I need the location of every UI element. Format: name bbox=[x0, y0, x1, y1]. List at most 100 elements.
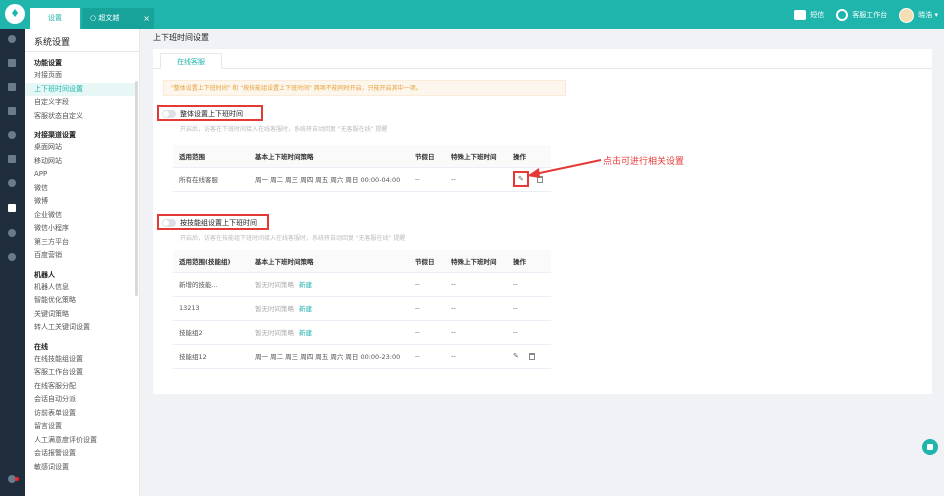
policy-text: 暂无时间策略 bbox=[255, 281, 294, 289]
annotation-text: 点击可进行相关设置 bbox=[603, 157, 685, 167]
edit-icon[interactable]: ✎ bbox=[513, 352, 521, 360]
sidebar-item[interactable]: 人工满意度评价设置 bbox=[25, 434, 135, 448]
section2-title: 按技能组设置上下班时间 bbox=[180, 219, 257, 227]
sidebar-item[interactable]: 微博 bbox=[25, 195, 135, 209]
delete-icon[interactable] bbox=[529, 352, 535, 360]
row-holiday: -- bbox=[409, 320, 445, 345]
row-operations: -- bbox=[507, 272, 551, 297]
app-logo-icon: ♦ bbox=[5, 4, 25, 24]
user-menu[interactable]: 晓浩 ▾ bbox=[899, 7, 938, 23]
warning-banner: "整体设置上下班时间" 和 "按技能组设置上下班时间" 两项不能同时开启，只能开… bbox=[163, 80, 566, 96]
sidebar-item[interactable]: 百度营销 bbox=[25, 249, 135, 263]
row-special: -- bbox=[445, 320, 507, 345]
sidebar-item[interactable]: 机器人信息 bbox=[25, 281, 135, 295]
chart-icon[interactable] bbox=[8, 155, 16, 163]
new-policy-link[interactable]: 新建 bbox=[299, 305, 312, 313]
sidebar-item[interactable]: 访前表单设置 bbox=[25, 407, 135, 421]
policy-text: 暂无时间策略 bbox=[255, 329, 294, 337]
row-scope: 技能组2 bbox=[173, 320, 249, 345]
sidebar-item[interactable]: 智能优化策略 bbox=[25, 294, 135, 308]
sidebar-item[interactable]: 企业微信 bbox=[25, 209, 135, 223]
col-holiday: 节假日 bbox=[409, 250, 445, 273]
chat-icon[interactable] bbox=[8, 107, 16, 115]
sidebar-item[interactable]: 客服工作台设置 bbox=[25, 366, 135, 380]
sidebar-scrollbar[interactable] bbox=[135, 81, 138, 296]
row-operations: -- bbox=[507, 320, 551, 345]
row-operations: -- bbox=[507, 296, 551, 321]
sidebar-item[interactable]: 会话自动分派 bbox=[25, 393, 135, 407]
sidebar-group-label: 功能设置 bbox=[34, 59, 62, 67]
sidebar-item[interactable]: APP bbox=[25, 168, 135, 182]
sidebar-item[interactable]: 在线技能组设置 bbox=[25, 353, 135, 367]
tab-chat[interactable]: ○ 超文越 × bbox=[82, 8, 154, 29]
sidebar-item[interactable]: 敏感词设置 bbox=[25, 461, 135, 475]
row-special: -- bbox=[445, 296, 507, 321]
row-policy: 暂无时间策略 新建 bbox=[249, 272, 409, 297]
tab-online-service[interactable]: 在线客服 bbox=[160, 53, 222, 69]
col-special: 特殊上下班时间 bbox=[445, 250, 507, 273]
sidebar-item[interactable]: 上下班时间设置 bbox=[25, 82, 135, 96]
document-icon[interactable] bbox=[8, 83, 16, 91]
sidebar-item[interactable]: 在线客服分配 bbox=[25, 380, 135, 394]
sidebar-item[interactable]: 关键词策略 bbox=[25, 308, 135, 322]
tab-settings[interactable]: 设置 bbox=[30, 8, 80, 29]
sidebar-item[interactable]: 客服状态自定义 bbox=[25, 110, 135, 124]
row-scope: 新增的技能... bbox=[173, 272, 249, 297]
info-icon[interactable] bbox=[8, 253, 16, 261]
sidebar-item[interactable]: 会话报警设置 bbox=[25, 447, 135, 461]
sms-button[interactable]: 短信 bbox=[794, 10, 824, 20]
workbench-label: 客服工作台 bbox=[852, 11, 888, 19]
grid-icon[interactable] bbox=[8, 59, 16, 67]
search-icon[interactable] bbox=[8, 179, 16, 187]
sidebar-item[interactable]: 微信 bbox=[25, 182, 135, 196]
edit-icon[interactable]: ✎ bbox=[518, 175, 524, 183]
row-policy: 周一 周二 周三 周四 周五 周六 周日 00:00-04:00 bbox=[249, 167, 409, 192]
section1-table: 适用范围 基本上下班时间策略 节假日 特殊上下班时间 操作 所有在线客服 周一 … bbox=[173, 145, 551, 192]
help-float-button[interactable] bbox=[922, 439, 938, 455]
sidebar-item[interactable]: 对接页面 bbox=[25, 69, 135, 83]
new-policy-link[interactable]: 新建 bbox=[299, 329, 312, 337]
sidebar-item[interactable]: 留言设置 bbox=[25, 420, 135, 434]
table-row: 技能组12 周一 周二 周三 周四 周五 周六 周日 00:00-23:00 -… bbox=[173, 344, 551, 369]
sidebar-item[interactable]: 转人工关键词设置 bbox=[25, 321, 135, 335]
section2-toggle[interactable] bbox=[162, 219, 176, 227]
table-row: 13213 暂无时间策略 新建 -- -- -- bbox=[173, 296, 551, 321]
user-icon[interactable] bbox=[8, 131, 16, 139]
sidebar-item[interactable]: 自定义字段 bbox=[25, 96, 135, 110]
workbench-button[interactable]: 客服工作台 bbox=[836, 9, 887, 21]
annotation-arrow bbox=[527, 159, 602, 178]
help-icon[interactable] bbox=[8, 229, 16, 237]
close-icon[interactable]: × bbox=[143, 8, 150, 29]
col-policy: 基本上下班时间策略 bbox=[249, 145, 409, 168]
page-title: 上下班时间设置 bbox=[153, 33, 209, 42]
row-special: -- bbox=[445, 167, 507, 192]
avatar bbox=[899, 7, 915, 23]
notification-dot bbox=[15, 477, 19, 481]
row-operations: ✎ bbox=[507, 344, 551, 369]
sidebar-item[interactable]: 桌面网站 bbox=[25, 141, 135, 155]
row-scope: 所有在线客服 bbox=[173, 167, 249, 192]
sidebar-item[interactable]: 第三方平台 bbox=[25, 236, 135, 250]
row-scope: 13213 bbox=[173, 296, 249, 321]
home-icon[interactable] bbox=[8, 35, 16, 43]
tab-chat-label: ○ 超文越 bbox=[90, 14, 120, 22]
row-special: -- bbox=[445, 344, 507, 369]
left-icon-nav bbox=[0, 29, 25, 496]
sidebar-group-label: 在线 bbox=[34, 342, 48, 351]
gear-icon[interactable] bbox=[8, 204, 16, 212]
row-special: -- bbox=[445, 272, 507, 297]
sidebar-group-label: 机器人 bbox=[34, 270, 55, 279]
row-policy: 周一 周二 周三 周四 周五 周六 周日 00:00-23:00 bbox=[249, 344, 409, 369]
row-holiday: -- bbox=[409, 344, 445, 369]
sidebar-item[interactable]: 移动网站 bbox=[25, 155, 135, 169]
section1-toggle[interactable] bbox=[162, 110, 176, 118]
policy-text: 暂无时间策略 bbox=[255, 305, 294, 313]
col-special: 特殊上下班时间 bbox=[445, 145, 507, 168]
table-row: 所有在线客服 周一 周二 周三 周四 周五 周六 周日 00:00-04:00 … bbox=[173, 167, 551, 192]
table-header-row: 适用范围 基本上下班时间策略 节假日 特殊上下班时间 操作 bbox=[173, 145, 551, 168]
col-policy: 基本上下班时间策略 bbox=[249, 250, 409, 273]
settings-card: 在线客服 "整体设置上下班时间" 和 "按技能组设置上下班时间" 两项不能同时开… bbox=[153, 49, 932, 394]
sidebar-item[interactable]: 微信小程序 bbox=[25, 222, 135, 236]
new-policy-link[interactable]: 新建 bbox=[299, 281, 312, 289]
table-row: 新增的技能... 暂无时间策略 新建 -- -- -- bbox=[173, 272, 551, 297]
